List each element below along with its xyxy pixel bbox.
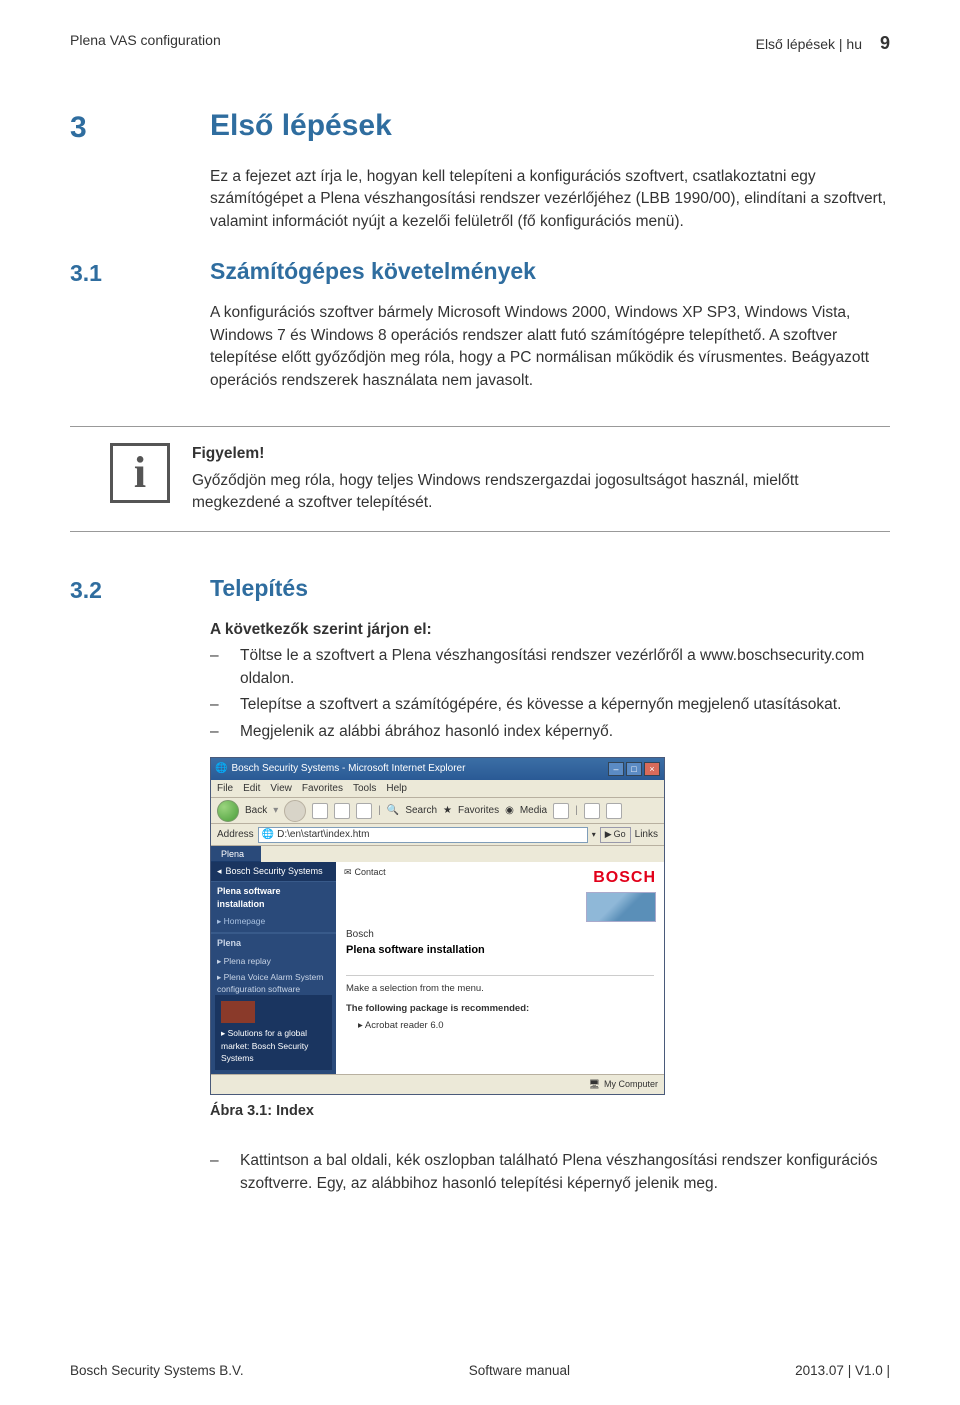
ss-sidebar: ◂Bosch Security Systems Plena software i… <box>211 862 336 1078</box>
minimize-icon[interactable]: – <box>608 762 624 776</box>
footer-center: Software manual <box>469 1361 570 1381</box>
install-steps-list: –Töltse le a szoftvert a Plena vészhango… <box>210 645 890 743</box>
list-item: –Megjelenik az alábbi ábrához hasonló in… <box>210 721 890 743</box>
figure-caption: Ábra 3.1: Index <box>210 1101 890 1122</box>
section-3-1-title: Számítógépes követelmények <box>210 255 890 288</box>
close-icon[interactable]: × <box>644 762 660 776</box>
mail-icon[interactable] <box>584 803 600 819</box>
maximize-icon[interactable]: □ <box>626 762 642 776</box>
main-h-small: Bosch <box>346 928 654 943</box>
ss-addressbar[interactable]: Address 🌐D:\en\start\index.htm ▾ ▶ Go Li… <box>211 824 664 846</box>
menu-view[interactable]: View <box>270 782 292 795</box>
address-input[interactable]: 🌐D:\en\start\index.htm <box>258 827 588 843</box>
main-hint: Make a selection from the menu. <box>336 982 664 996</box>
info-icon: i <box>110 443 170 503</box>
page-number: 9 <box>880 30 890 56</box>
sb-title: Plena software installation <box>211 882 336 914</box>
ss-menubar[interactable]: File Edit View Favorites Tools Help <box>211 780 664 798</box>
footer-right: 2013.07 | V1.0 | <box>795 1361 890 1381</box>
refresh-icon[interactable] <box>334 803 350 819</box>
list-item: –Töltse le a szoftvert a Plena vészhango… <box>210 645 890 690</box>
index-screenshot: 🌐 Bosch Security Systems - Microsoft Inte… <box>210 757 665 1095</box>
links-label[interactable]: Links <box>635 828 658 843</box>
main-h-big: Plena software installation <box>346 943 654 959</box>
ss-window-title: Bosch Security Systems - Microsoft Inter… <box>231 762 465 777</box>
rec-label: The following package is recommended: <box>336 1002 664 1016</box>
page-header: Plena VAS configuration Első lépések | h… <box>70 30 890 56</box>
section-number-3-1: 3.1 <box>70 255 210 414</box>
header-left: Plena VAS configuration <box>70 30 221 56</box>
notice-box: i Figyelem! Győződjön meg róla, hogy tel… <box>70 426 890 531</box>
stop-icon[interactable] <box>312 803 328 819</box>
footer-left: Bosch Security Systems B.V. <box>70 1361 244 1381</box>
sidebar-item[interactable]: ▸ Plena replay <box>211 953 336 969</box>
address-label: Address <box>217 828 254 843</box>
fav-label[interactable]: Favorites <box>458 804 499 819</box>
section-3-intro: Ez a fejezet azt írja le, hogyan kell te… <box>210 166 890 233</box>
install-intro: A következők szerint járjon el: <box>210 619 890 641</box>
rec-item[interactable]: ▸ Acrobat reader 6.0 <box>336 1019 664 1033</box>
home-icon[interactable] <box>356 803 372 819</box>
section-number-3-2: 3.2 <box>70 572 210 1200</box>
mail-icon: ✉ <box>344 866 352 879</box>
sidebar-item-vas-config[interactable]: ▸ Plena Voice Alarm System configuration… <box>211 969 336 998</box>
back-icon[interactable] <box>217 800 239 822</box>
menu-favorites[interactable]: Favorites <box>302 782 343 795</box>
ss-statusbar: 🖥 My Computer <box>211 1074 664 1094</box>
chevron-icon: ◂ <box>217 865 222 878</box>
section-3-1-para: A konfigurációs szoftver bármely Microso… <box>210 302 890 392</box>
status-text: My Computer <box>604 1078 658 1091</box>
print-icon[interactable] <box>606 803 622 819</box>
forward-icon[interactable] <box>284 800 306 822</box>
ss-titlebar: 🌐 Bosch Security Systems - Microsoft Inte… <box>211 758 664 780</box>
plena-tab[interactable]: Plena <box>211 846 261 862</box>
section-3-title: Első lépések <box>210 104 890 148</box>
sb-homepage[interactable]: ▸ Homepage <box>211 914 336 932</box>
ie-icon: 🌐 <box>215 762 227 777</box>
notice-body: Győződjön meg róla, hogy teljes Windows … <box>192 470 890 515</box>
computer-icon: 🖥 <box>589 1078 600 1091</box>
sb-bottom-box[interactable]: ▸ Solutions for a global market: Bosch S… <box>215 995 332 1070</box>
header-breadcrumb: Első lépések | hu <box>756 34 862 54</box>
menu-help[interactable]: Help <box>386 782 407 795</box>
menu-edit[interactable]: Edit <box>243 782 260 795</box>
ss-toolbar[interactable]: Back ▾ | 🔍Search ★Favorites ◉Media | <box>211 798 664 824</box>
notice-title: Figyelem! <box>192 443 890 465</box>
building-image <box>586 892 656 923</box>
menu-file[interactable]: File <box>217 782 233 795</box>
list-item: –Kattintson a bal oldali, kék oszlopban … <box>210 1150 890 1195</box>
bosch-logo: BOSCH <box>593 866 656 889</box>
menu-tools[interactable]: Tools <box>353 782 376 795</box>
back-label[interactable]: Back <box>245 804 267 819</box>
section-3-2-title: Telepítés <box>210 572 890 605</box>
sb-section-plena: Plena <box>211 933 336 953</box>
list-item: –Telepítse a szoftvert a számítógépére, … <box>210 694 890 716</box>
search-label[interactable]: Search <box>405 804 437 819</box>
media-label[interactable]: Media <box>520 804 547 819</box>
page-footer: Bosch Security Systems B.V. Software man… <box>70 1361 890 1381</box>
section-number-3: 3 <box>70 104 210 255</box>
go-button[interactable]: ▶ Go <box>600 827 631 843</box>
history-icon[interactable] <box>553 803 569 819</box>
thumb-image <box>221 1001 255 1023</box>
ss-main: ✉Contact BOSCH Bosch Plena software inst… <box>336 862 664 1078</box>
